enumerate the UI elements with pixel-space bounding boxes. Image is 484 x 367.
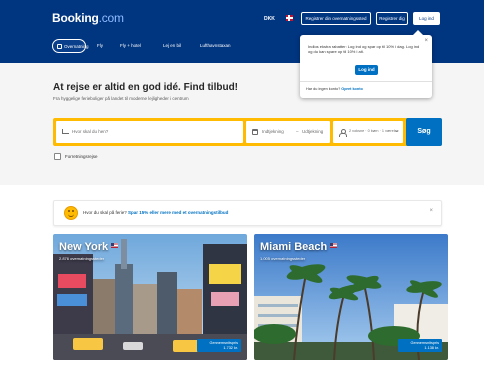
- logo-main-text: Booking: [52, 11, 99, 25]
- popover-login-button[interactable]: Log ind: [355, 65, 378, 75]
- destination-subtitle: 2.876 overnatningssteder: [59, 256, 105, 261]
- guests-selector[interactable]: 2 voksne · 0 børn · 1 værelse ⌄: [333, 121, 403, 143]
- bed-icon: [62, 129, 69, 134]
- person-icon: [339, 129, 347, 137]
- date-picker[interactable]: Indtjekning – Udtjekning: [246, 121, 330, 143]
- tab-airport-taxi-label: Lufthavnstaxan: [200, 43, 231, 48]
- popover-footer: Har du ingen konto? Opret konto: [306, 87, 363, 91]
- us-flag-icon: [111, 243, 119, 248]
- calendar-icon: [252, 129, 258, 135]
- tab-flights[interactable]: Fly: [97, 39, 103, 53]
- chevron-down-icon: ⌄: [394, 128, 399, 134]
- price-value: 1.138 kr.: [424, 345, 439, 350]
- destination-name: Miami Beach: [260, 241, 338, 253]
- popover-divider: [300, 81, 432, 82]
- promo-banner: Hvor du skal på ferie? Spar 15% eller me…: [53, 200, 442, 226]
- language-flag-icon[interactable]: [286, 15, 293, 21]
- popover-footer-text: Har du ingen konto?: [306, 87, 341, 91]
- search-button[interactable]: Søg: [406, 118, 442, 146]
- us-flag-icon: [330, 243, 338, 248]
- create-account-link[interactable]: Opret konto: [341, 87, 363, 91]
- booking-homepage: Booking.com DKK Registrer din overnatnin…: [0, 0, 484, 367]
- destination-input[interactable]: Hvor skal du hen?: [56, 121, 243, 143]
- destination-price-badge: Gennemsnitspris 1.732 kr.: [197, 339, 241, 352]
- price-value: 1.732 kr.: [223, 345, 238, 350]
- booking-logo[interactable]: Booking.com: [52, 11, 124, 25]
- login-popover: × Indlos ekstra rabatter: Log ind og spa…: [300, 30, 432, 98]
- destination-card-new-york[interactable]: New York 2.876 overnatningssteder Gennem…: [53, 234, 247, 360]
- login-button[interactable]: Log ind: [413, 12, 440, 25]
- work-trip-checkbox[interactable]: [54, 153, 61, 160]
- list-property-button[interactable]: Registrer din overnatningssted: [301, 12, 371, 25]
- promo-link[interactable]: Spar 15% eller mere med et overnatningst…: [128, 210, 228, 215]
- guests-label: 2 voksne · 0 børn · 1 værelse: [349, 129, 399, 133]
- register-button[interactable]: Registrer dig: [376, 12, 408, 25]
- tab-stays[interactable]: Overnatning: [52, 39, 89, 53]
- tab-flight-hotel-label: Fly + hotel: [120, 43, 141, 48]
- close-icon[interactable]: ×: [424, 38, 428, 44]
- logo-suffix-text: .com: [98, 11, 124, 25]
- date-separator: –: [296, 129, 299, 134]
- destination-name: New York: [59, 241, 119, 253]
- promo-text: Hvor du skal på ferie? Spar 15% eller me…: [83, 210, 228, 215]
- tab-airport-taxi[interactable]: Lufthavnstaxan: [200, 39, 231, 53]
- smiley-icon: [64, 206, 78, 220]
- checkout-label: Udtjekning: [302, 129, 324, 134]
- destination-placeholder: Hvor skal du hen?: [72, 129, 109, 134]
- tab-car-rental[interactable]: Lej en bil: [163, 39, 181, 53]
- tab-stays-label: Overnatning: [64, 44, 89, 49]
- tab-car-rental-label: Lej en bil: [163, 43, 182, 48]
- promo-question: Hvor du skal på ferie?: [83, 210, 127, 215]
- work-trip-label: Forretningsrejse: [65, 154, 98, 159]
- destination-subtitle: 1.005 overnatningssteder: [260, 256, 306, 261]
- tab-flights-label: Fly: [97, 43, 103, 48]
- tab-flight-hotel[interactable]: Fly + hotel: [120, 39, 141, 53]
- bed-icon: [57, 44, 62, 49]
- currency-selector[interactable]: DKK: [264, 16, 275, 22]
- destination-price-badge: Gennemsnitspris 1.138 kr.: [398, 339, 442, 352]
- destination-card-miami-beach[interactable]: Miami Beach 1.005 overnatningssteder Gen…: [254, 234, 448, 360]
- hero-title: At rejse er altid en god idé. Find tilbu…: [53, 82, 239, 93]
- hero-subtitle: Fra hyggelige ferieboliger på landet til…: [53, 96, 189, 101]
- checkin-label: Indtjekning: [262, 129, 284, 134]
- close-icon[interactable]: ×: [429, 208, 433, 214]
- popover-text: Indlos ekstra rabatter: Log ind og spar …: [308, 44, 420, 54]
